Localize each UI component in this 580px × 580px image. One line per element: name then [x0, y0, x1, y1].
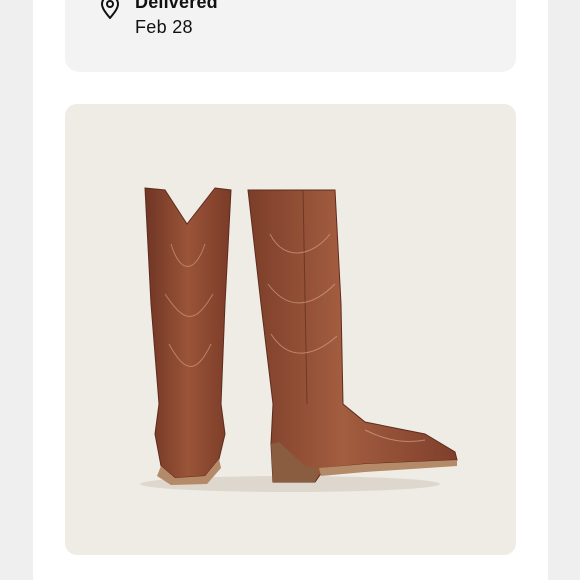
product-image-card[interactable]	[65, 104, 516, 555]
order-detail-page: Delivered Feb 28	[33, 0, 548, 580]
location-pin-icon	[101, 0, 119, 19]
delivery-status-label: Delivered	[135, 0, 218, 12]
cowboy-boots-image	[140, 187, 458, 492]
delivery-status-card: Delivered Feb 28	[65, 0, 516, 72]
delivery-date: Feb 28	[135, 17, 193, 37]
